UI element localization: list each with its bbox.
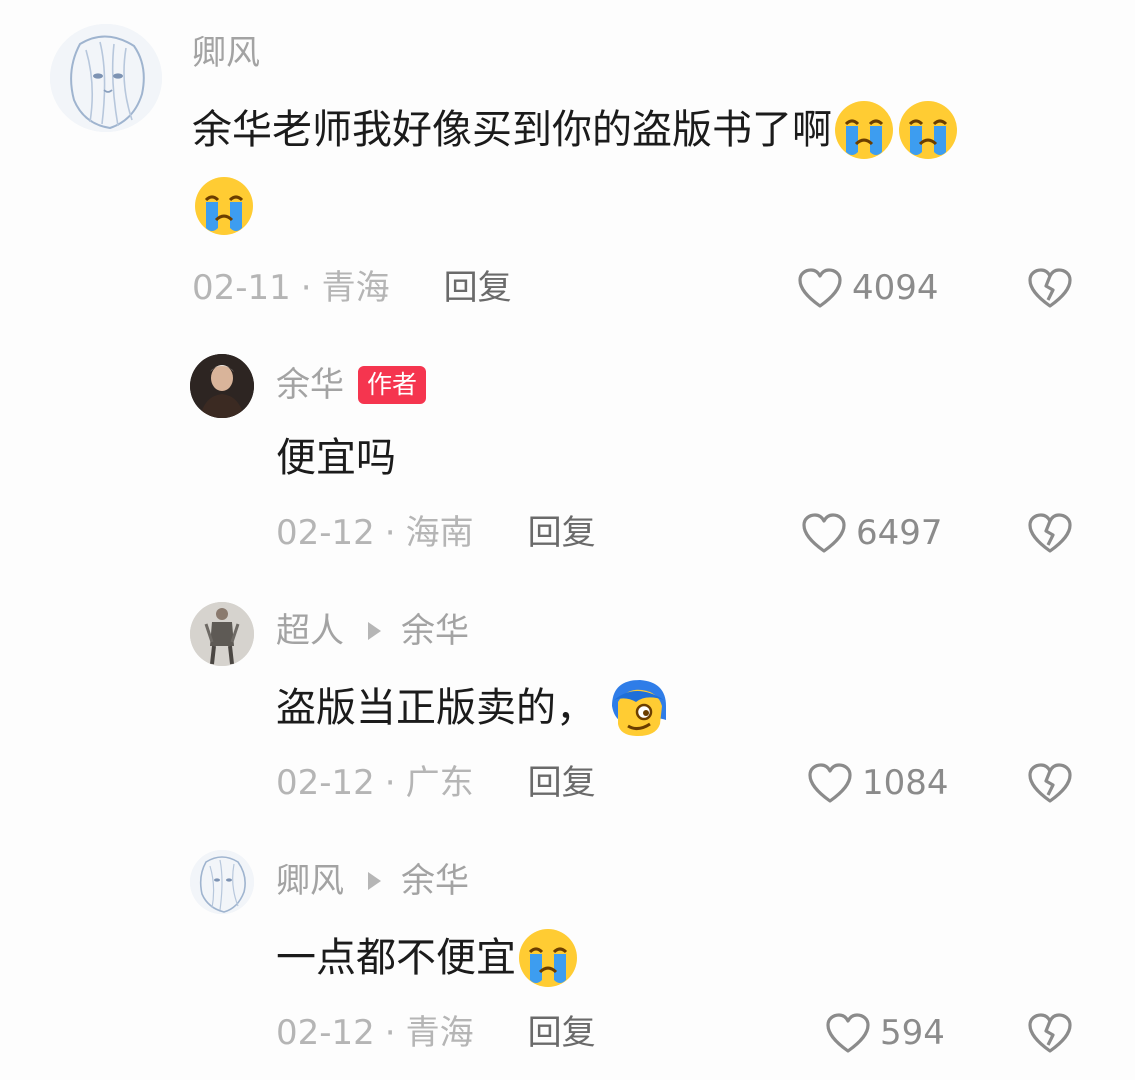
username-row: 超人 余华 (276, 614, 469, 648)
reply-item: 余华 作者 便宜吗 02-12 · 海南 回复 6497 (0, 330, 1135, 580)
comment-meta: 02-11 · 青海 回复 (192, 271, 512, 305)
comment-date: 02-12 (276, 763, 375, 803)
like-count: 6497 (856, 513, 943, 553)
like-count: 594 (880, 1013, 945, 1053)
meta-separator: · (300, 268, 312, 308)
comment-text-overflow (192, 174, 256, 242)
comment-text: 盗版当正版卖的， (276, 676, 670, 740)
like-button[interactable]: 6497 (800, 511, 943, 555)
crying-emoji (192, 174, 256, 238)
crying-emoji (832, 98, 896, 162)
username[interactable]: 超人 (276, 614, 344, 648)
username[interactable]: 卿风 (192, 36, 260, 70)
comment-text-body: 一点都不便宜 (276, 935, 516, 981)
comment-text-body: 便宜吗 (276, 435, 396, 481)
like-count: 4094 (852, 268, 939, 308)
heart-icon (796, 266, 844, 310)
heart-icon (806, 761, 854, 805)
reply-button[interactable]: 回复 (528, 516, 596, 550)
reply-button[interactable]: 回复 (444, 271, 512, 305)
username[interactable]: 卿风 (276, 864, 344, 898)
username-row: 卿风 (192, 36, 260, 70)
like-count: 1084 (862, 763, 949, 803)
comment-location: 广东 (405, 763, 474, 803)
comment-date: 02-12 (276, 1013, 375, 1053)
reply-arrow-icon (368, 872, 381, 890)
avatar[interactable] (190, 354, 254, 418)
like-button[interactable]: 4094 (796, 266, 939, 310)
comment-text: 余华老师我好像买到你的盗版书了啊 (192, 98, 960, 162)
comment-text: 一点都不便宜 (276, 926, 580, 990)
comment-location: 青海 (405, 1013, 474, 1053)
author-badge: 作者 (358, 366, 427, 404)
crying-emoji (896, 98, 960, 162)
comment-meta: 02-12 · 海南 回复 (276, 516, 596, 550)
comment-text: 便宜吗 (276, 438, 396, 478)
comment-date: 02-12 (276, 513, 375, 553)
avatar[interactable] (190, 602, 254, 666)
comment-date: 02-11 (192, 268, 291, 308)
reply-button[interactable]: 回复 (528, 766, 596, 800)
avatar[interactable] (190, 850, 254, 914)
comment-meta: 02-12 · 青海 回复 (276, 1016, 596, 1050)
broken-heart-icon[interactable] (1026, 511, 1074, 555)
meta-separator: · (384, 1013, 396, 1053)
comment-location: 青海 (321, 268, 390, 308)
like-button[interactable]: 594 (824, 1011, 945, 1055)
comment-text-body: 余华老师我好像买到你的盗版书了啊 (192, 107, 832, 153)
broken-heart-icon[interactable] (1026, 761, 1074, 805)
heart-icon (800, 511, 848, 555)
reply-target[interactable]: 余华 (401, 614, 469, 648)
comment-item: 卿风 余华老师我好像买到你的盗版书了啊 02-11 · 青海 回复 4094 (0, 0, 1135, 330)
meta-separator: · (384, 513, 396, 553)
comment-location: 海南 (405, 513, 474, 553)
comment-meta: 02-12 · 广东 回复 (276, 766, 596, 800)
username-row: 卿风 余华 (276, 864, 469, 898)
reply-button[interactable]: 回复 (528, 1016, 596, 1050)
comment-text-body: 盗版当正版卖的， (276, 685, 596, 731)
reply-item: 超人 余华 盗版当正版卖的， 02-12 · 广东 回复 1084 (0, 580, 1135, 830)
username[interactable]: 余华 (276, 368, 344, 402)
crying-emoji (516, 926, 580, 990)
reply-arrow-icon (368, 622, 381, 640)
heart-icon (824, 1011, 872, 1055)
reply-target[interactable]: 余华 (401, 864, 469, 898)
broken-heart-icon[interactable] (1026, 266, 1074, 310)
broken-heart-icon[interactable] (1026, 1011, 1074, 1055)
like-button[interactable]: 1084 (806, 761, 949, 805)
smirk-emoji (606, 676, 670, 740)
avatar[interactable] (50, 24, 162, 132)
username-row: 余华 作者 (276, 366, 427, 404)
meta-separator: · (384, 763, 396, 803)
reply-item: 卿风 余华 一点都不便宜 02-12 · 青海 回复 594 (0, 830, 1135, 1080)
